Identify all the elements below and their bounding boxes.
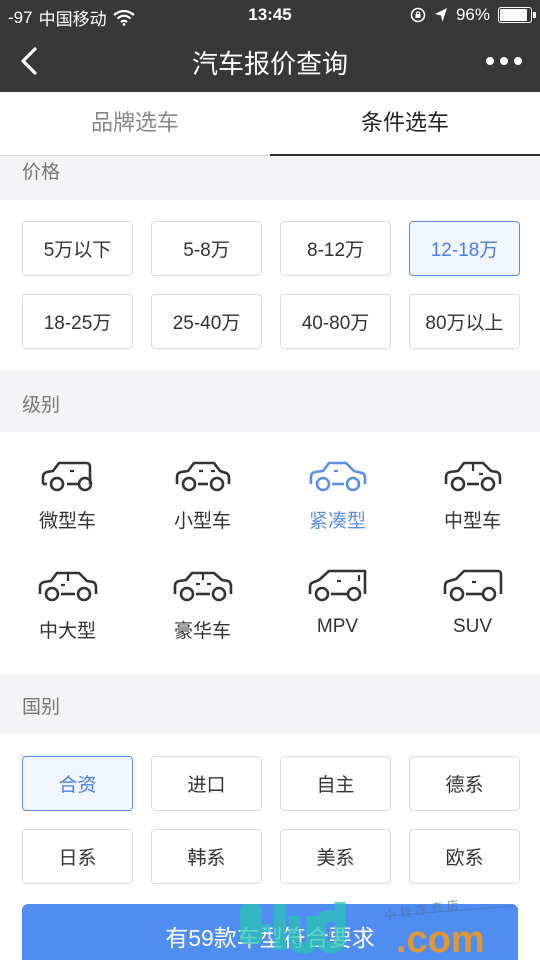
level-label: SUV [452,616,493,637]
country-option[interactable]: 美系 [280,829,391,884]
price-option[interactable]: 5-8万 [151,221,262,276]
status-right: 96% [410,5,536,25]
level-section-header: 级别 [22,395,61,416]
price-option[interactable]: 40-80万 [280,294,391,349]
battery-icon [498,7,536,23]
price-options: 5万以下 5-8万 8-12万 12-18万 18-25万 25-40万 40-… [22,221,520,349]
level-label: 微型车 [38,511,96,532]
compact-car-icon [309,461,366,492]
country-option[interactable]: 自主 [280,756,391,811]
price-option[interactable]: 5万以下 [22,221,133,276]
battery-fill [500,9,527,21]
country-option[interactable]: 合资 [22,756,133,811]
level-option[interactable]: 微型车 [0,456,135,554]
level-option[interactable]: SUV [405,566,540,664]
mid-size-car-icon [444,461,501,492]
country-option[interactable]: 德系 [409,756,520,811]
price-section: 5万以下 5-8万 8-12万 12-18万 18-25万 25-40万 40-… [0,200,540,370]
level-label: MPV [316,616,359,637]
level-option[interactable]: 中型车 [405,456,540,554]
level-option[interactable]: MPV [270,566,405,664]
nav-bar: 汽车报价查询 [0,30,540,92]
large-car-icon [38,571,97,602]
price-option[interactable]: 12-18万 [409,221,520,276]
status-bar: -97 中国移动 13:45 96% [0,0,540,30]
page-title: 汽车报价查询 [191,49,348,79]
rotation-lock-icon [410,7,426,23]
level-label: 中型车 [443,511,501,532]
battery-percent: 96% [455,5,490,24]
more-button[interactable] [486,48,522,74]
country-option[interactable]: 韩系 [151,829,262,884]
country-option[interactable]: 欧系 [409,829,520,884]
price-option[interactable]: 18-25万 [22,294,133,349]
location-arrow-icon [434,8,447,22]
suv-icon [443,569,502,602]
level-option[interactable]: 豪华车 [135,566,270,664]
country-option[interactable]: 进口 [151,756,262,811]
country-section-header: 国别 [22,697,61,718]
level-label: 紧凑型 [308,511,366,532]
level-option[interactable]: 小型车 [135,456,270,554]
level-option[interactable]: 中大型 [0,566,135,664]
price-option[interactable]: 80万以上 [409,294,520,349]
price-option[interactable]: 25-40万 [151,294,262,349]
price-option[interactable]: 8-12万 [280,221,391,276]
more-dot [500,57,508,65]
mini-car-icon [41,461,92,492]
mpv-icon [308,569,366,602]
more-dot [514,57,522,65]
more-dots-icon [486,57,494,65]
level-label: 小型车 [173,511,231,532]
view-results-button[interactable]: 有59款车型符合要求 [22,904,518,960]
country-option[interactable]: 日系 [22,829,133,884]
level-label: 中大型 [38,621,96,642]
level-label: 豪华车 [173,621,231,642]
level-section: 微型车 小型车 紧凑型 中型车 中大型 豪华车 MPV SUV [0,432,540,674]
price-section-header: 价格 [22,162,61,183]
country-options: 合资 进口 自主 德系 日系 韩系 美系 欧系 [22,756,520,884]
small-car-icon [175,461,230,492]
luxury-car-icon [173,571,232,602]
level-option[interactable]: 紧凑型 [270,456,405,554]
level-options: 微型车 小型车 紧凑型 中型车 中大型 豪华车 MPV SUV [0,456,540,664]
